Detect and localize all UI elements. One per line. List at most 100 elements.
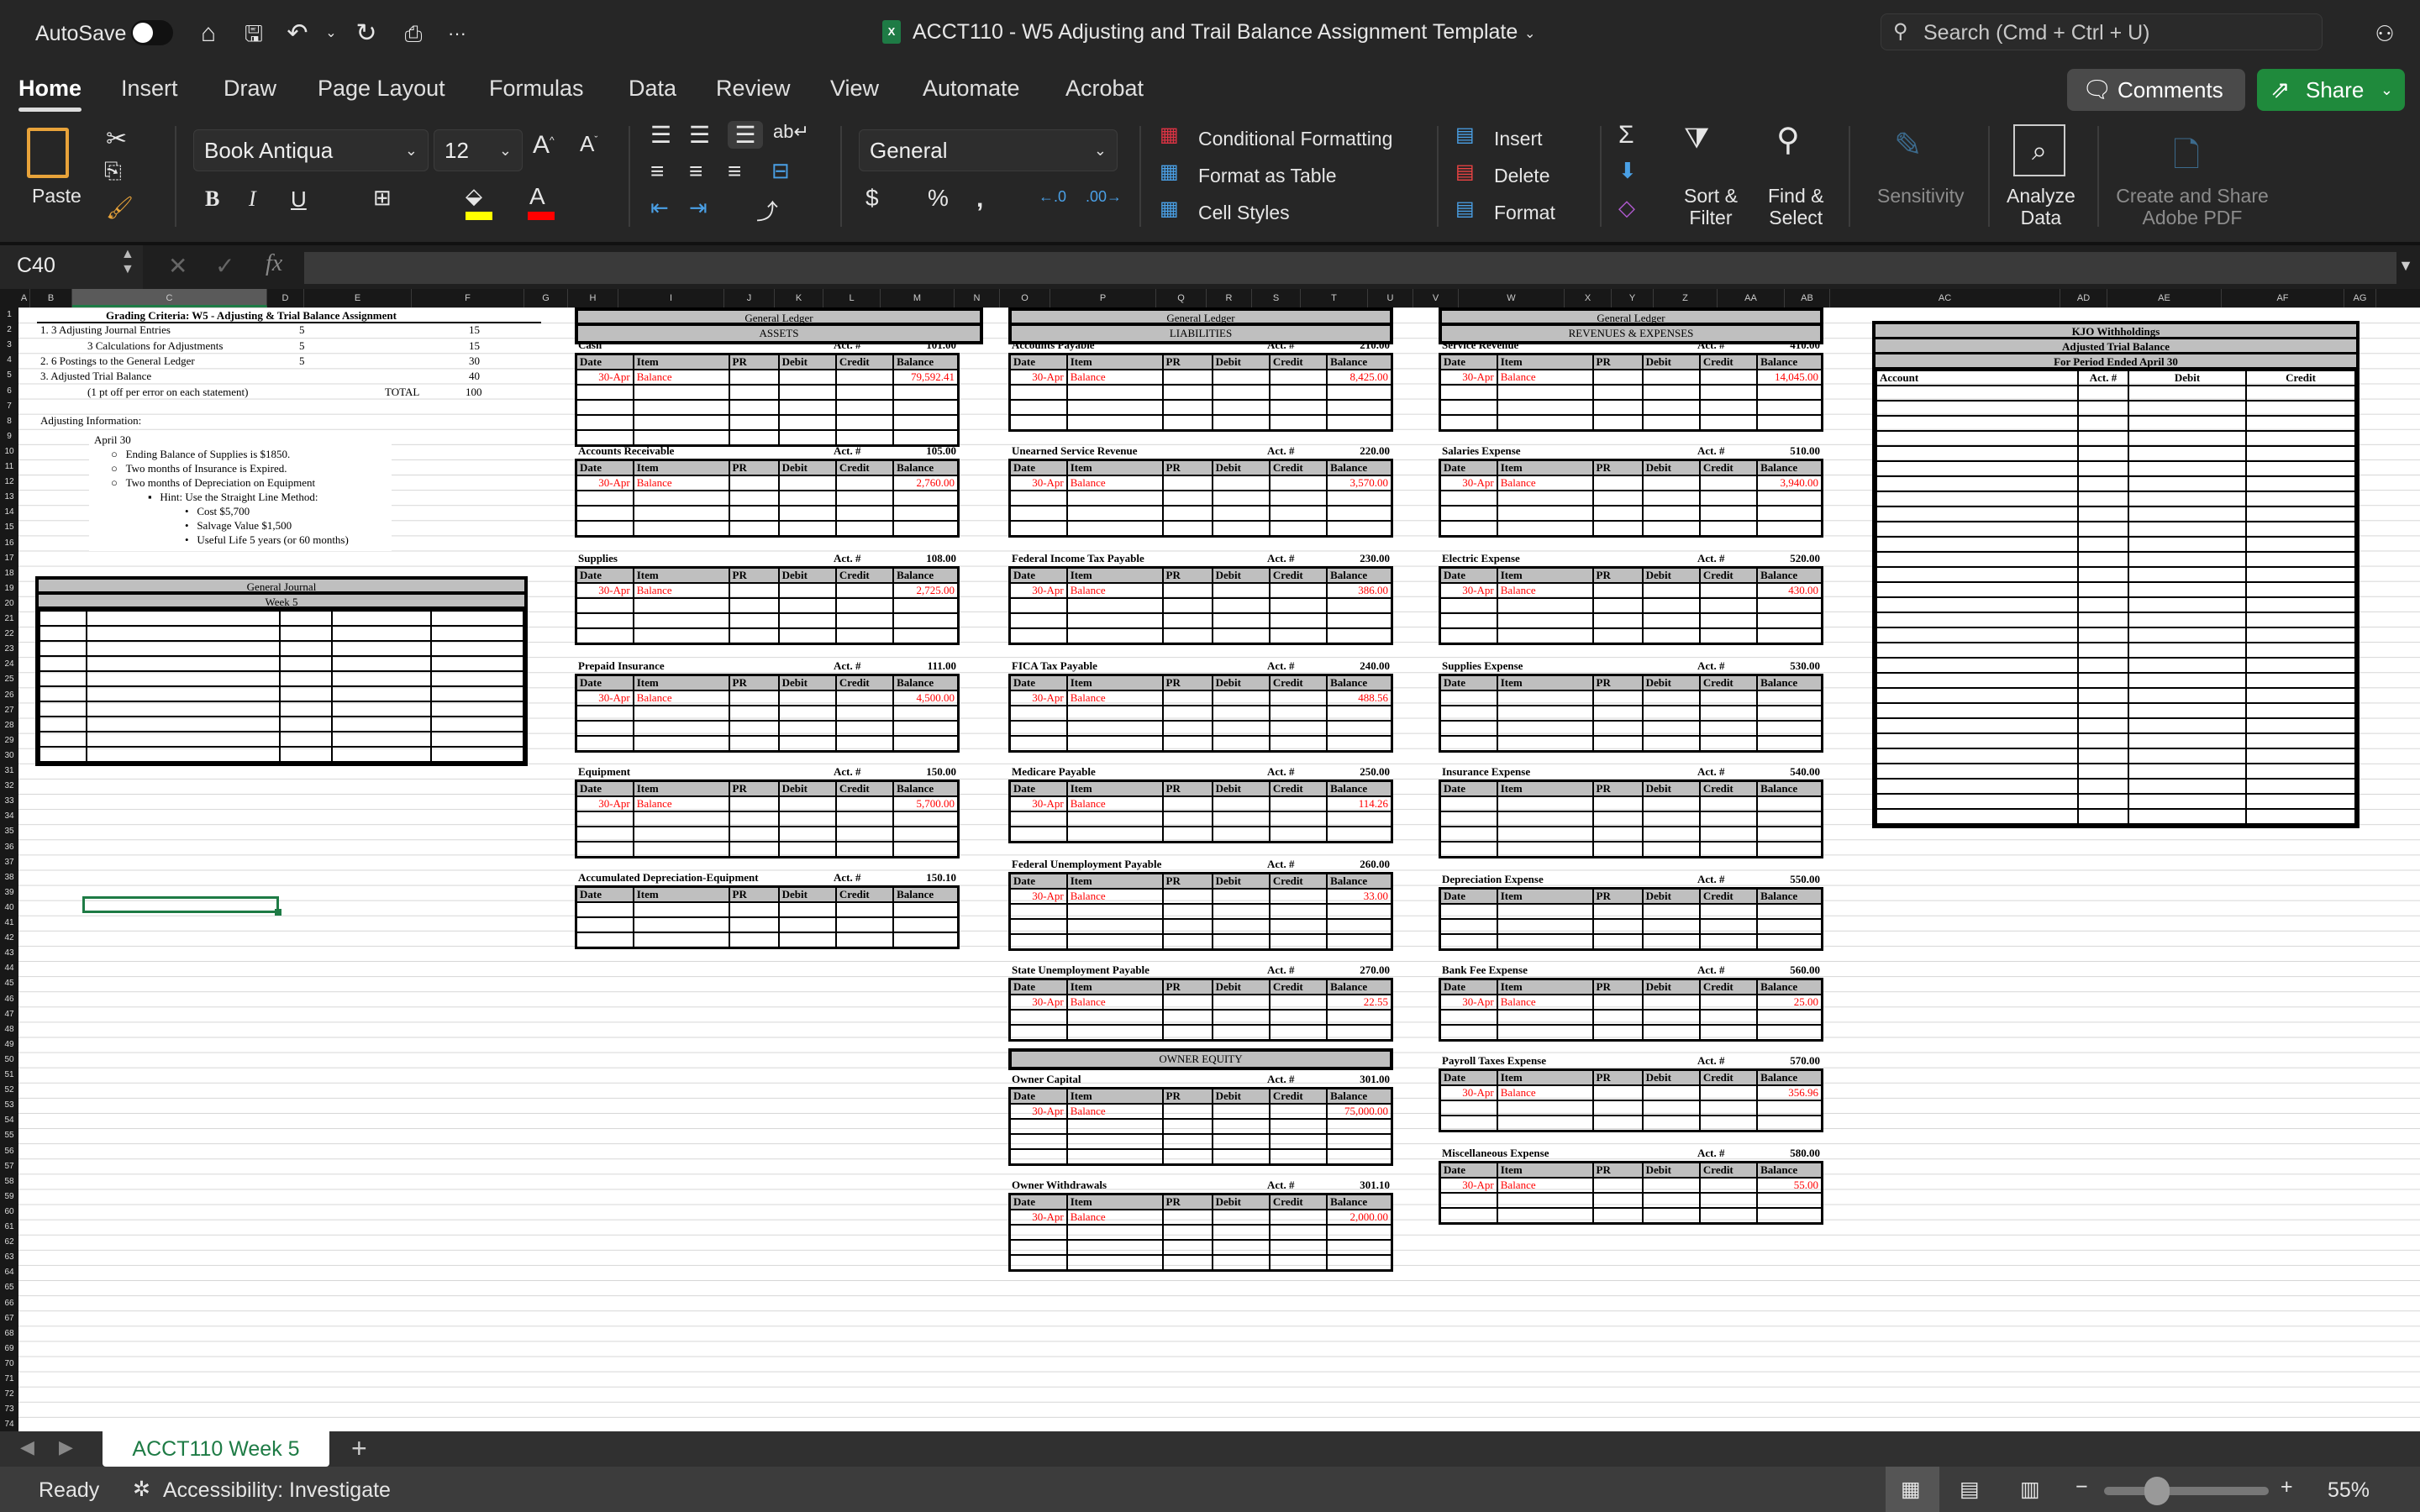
entry-credit[interactable] — [1698, 1009, 1759, 1026]
entry-item[interactable] — [1496, 399, 1594, 416]
entry-credit[interactable] — [1698, 627, 1759, 644]
entry-item[interactable]: Balance — [632, 795, 730, 812]
journal-pr-cell[interactable] — [279, 640, 333, 657]
column-header-O[interactable]: O — [1000, 289, 1050, 307]
entry-debit[interactable] — [1211, 475, 1270, 491]
entry-debit[interactable] — [1211, 933, 1270, 950]
entry-balance[interactable] — [1756, 627, 1823, 644]
ledger-table[interactable]: Date Item PR Debit Credit Balance 30-Apr Balanc… — [575, 674, 960, 753]
tb-act-cell[interactable] — [2077, 642, 2129, 659]
entry-date[interactable] — [1439, 414, 1498, 431]
entry-item[interactable] — [1065, 1254, 1164, 1271]
entry-item[interactable]: Balance — [1496, 369, 1594, 386]
ledger-table[interactable]: Date Item PR Debit Credit Balance — [1439, 780, 1823, 858]
row-header-45[interactable]: 45 — [0, 976, 18, 991]
entry-date[interactable] — [1008, 1024, 1068, 1041]
tb-act-cell[interactable] — [2077, 763, 2129, 780]
entry-date[interactable] — [575, 414, 634, 431]
entry-balance[interactable] — [1756, 1024, 1823, 1041]
entry-date[interactable] — [1439, 520, 1498, 537]
entry-date[interactable] — [1439, 841, 1498, 858]
entry-debit[interactable] — [1211, 1224, 1270, 1241]
column-header-A[interactable]: A — [18, 289, 30, 307]
tb-debit-cell[interactable] — [2128, 687, 2247, 704]
tb-credit-cell[interactable] — [2245, 506, 2356, 522]
entry-item[interactable] — [1496, 1115, 1594, 1131]
entry-pr[interactable] — [1591, 690, 1644, 706]
entry-item[interactable] — [1065, 1024, 1164, 1041]
row-header-68[interactable]: 68 — [0, 1326, 18, 1341]
entry-balance[interactable] — [1756, 841, 1823, 858]
tb-account-cell[interactable] — [1876, 491, 2079, 507]
journal-debit-cell[interactable] — [331, 746, 432, 763]
entry-pr[interactable] — [1161, 399, 1213, 416]
ledger-table[interactable]: Date Item PR Debit Credit Balance 30-Apr Balanc… — [1008, 459, 1393, 538]
row-header-47[interactable]: 47 — [0, 1007, 18, 1022]
tb-debit-cell[interactable] — [2128, 717, 2247, 734]
journal-account-cell[interactable] — [86, 731, 281, 748]
entry-item[interactable] — [1065, 811, 1164, 827]
ledger-table[interactable]: Date Item PR Debit Credit Balance 30-Apr Balanc… — [1439, 353, 1823, 432]
entry-balance[interactable] — [1326, 720, 1393, 737]
entry-balance[interactable]: 3,570.00 — [1326, 475, 1393, 491]
entry-debit[interactable] — [777, 916, 837, 933]
entry-credit[interactable] — [1268, 520, 1328, 537]
entry-date[interactable] — [575, 841, 634, 858]
entry-credit[interactable] — [1698, 1177, 1759, 1194]
entry-pr[interactable] — [728, 720, 780, 737]
entry-credit[interactable] — [1268, 903, 1328, 920]
number-format-dropdown[interactable]: General ⌄ — [859, 129, 1118, 171]
entry-pr[interactable] — [1161, 1224, 1213, 1241]
entry-pr[interactable] — [728, 505, 780, 522]
function-icon[interactable]: fx — [266, 250, 282, 277]
entry-date[interactable] — [1439, 735, 1498, 752]
journal-debit-cell[interactable] — [331, 716, 432, 732]
entry-balance[interactable] — [1326, 1133, 1393, 1150]
zoom-slider-thumb[interactable] — [2144, 1477, 2170, 1505]
journal-account-cell[interactable] — [86, 746, 281, 763]
tb-credit-cell[interactable] — [2245, 748, 2356, 764]
tab-formulas[interactable]: Formulas — [489, 76, 584, 102]
row-header-24[interactable]: 24 — [0, 657, 18, 672]
entry-balance[interactable]: 2,000.00 — [1326, 1209, 1393, 1226]
row-header-66[interactable]: 66 — [0, 1296, 18, 1311]
entry-balance[interactable]: 55.00 — [1756, 1177, 1823, 1194]
row-header-26[interactable]: 26 — [0, 688, 18, 703]
entry-pr[interactable] — [1161, 735, 1213, 752]
entry-credit[interactable] — [834, 399, 895, 416]
entry-debit[interactable] — [1211, 1024, 1270, 1041]
entry-debit[interactable] — [1211, 597, 1270, 614]
entry-credit[interactable] — [834, 627, 895, 644]
row-header-71[interactable]: 71 — [0, 1372, 18, 1387]
entry-debit[interactable] — [1641, 490, 1701, 507]
entry-balance[interactable] — [1756, 826, 1823, 843]
entry-pr[interactable] — [1161, 994, 1213, 1011]
tb-credit-cell[interactable] — [2245, 717, 2356, 734]
entry-item[interactable] — [1065, 933, 1164, 950]
entry-debit[interactable] — [1211, 795, 1270, 812]
entry-balance[interactable] — [1756, 903, 1823, 920]
entry-balance[interactable] — [1756, 399, 1823, 416]
entry-credit[interactable] — [1268, 1254, 1328, 1271]
tab-page-layout[interactable]: Page Layout — [318, 76, 445, 102]
ledger-table[interactable]: Date Item PR Debit Credit Balance 30-Apr Balanc… — [575, 459, 960, 538]
confirm-entry-icon[interactable]: ✓ — [215, 252, 234, 280]
entry-credit[interactable] — [1698, 414, 1759, 431]
journal-pr-cell[interactable] — [279, 746, 333, 763]
entry-item[interactable]: Balance — [632, 690, 730, 706]
entry-debit[interactable] — [1211, 826, 1270, 843]
tb-account-cell[interactable] — [1876, 808, 2079, 825]
tb-account-cell[interactable] — [1876, 536, 2079, 553]
row-header-38[interactable]: 38 — [0, 870, 18, 885]
tb-act-cell[interactable] — [2077, 717, 2129, 734]
format-cells-button[interactable]: Format — [1494, 202, 1555, 223]
entry-debit[interactable] — [1211, 1118, 1270, 1135]
entry-date[interactable] — [1439, 720, 1498, 737]
entry-item[interactable] — [1496, 705, 1594, 722]
entry-pr[interactable] — [1161, 597, 1213, 614]
entry-credit[interactable] — [834, 520, 895, 537]
entry-debit[interactable] — [777, 505, 837, 522]
ledger-table[interactable]: Date Item PR Debit Credit Balance 30-Apr Balanc… — [575, 353, 960, 447]
row-header-42[interactable]: 42 — [0, 931, 18, 946]
entry-date[interactable] — [1008, 414, 1068, 431]
